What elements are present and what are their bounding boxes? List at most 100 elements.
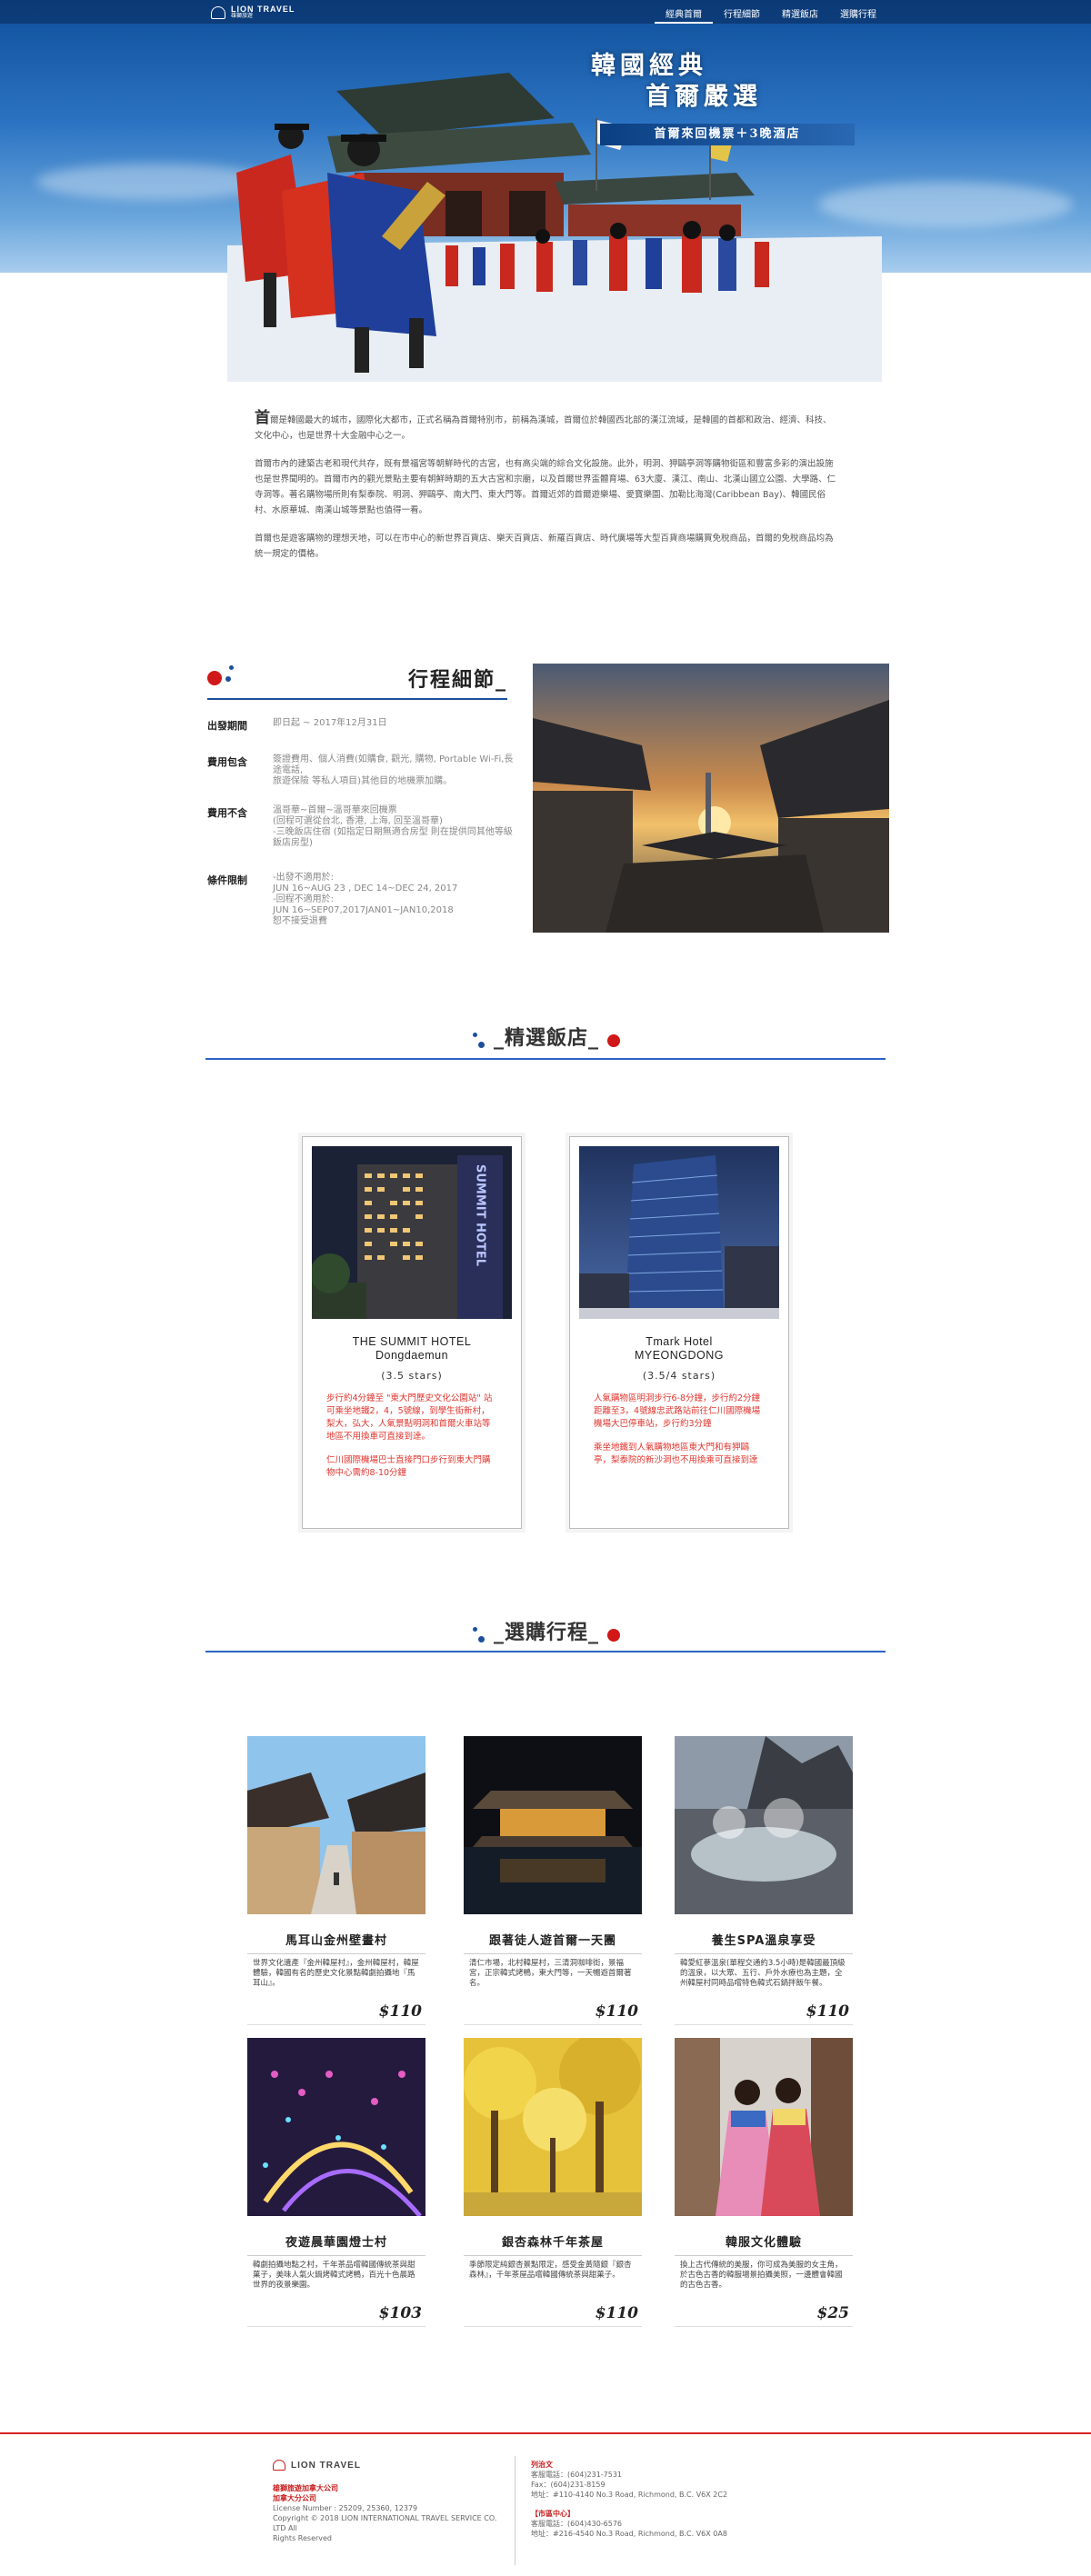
- tour-card[interactable]: 夜遊晨華園燈士村 韓劇拍攝地點之村，千年茶品嚐韓國傳統茶與甜菓子，美味人氣火鍋烤…: [247, 2038, 425, 2327]
- tour-title: 韓服文化體驗: [725, 2236, 802, 2250]
- decor-dots: [471, 1031, 487, 1051]
- tours-section-header: _選購行程_: [0, 1616, 1091, 1645]
- tour-card[interactable]: 養生SPA溫泉享受 韓愛紅蔘溫泉(單程交通約3.5小時)是韓國最頂級的溫泉，以大…: [675, 1736, 853, 2025]
- tour-title: 銀杏森林千年茶屋: [501, 2236, 604, 2250]
- tour-card[interactable]: 韓服文化體驗 換上古代傳統的美服，你可成為美服的女主角，於古色古香的韓服場景拍攝…: [675, 2038, 853, 2327]
- nav-item-classic-seoul[interactable]: 經典首爾: [655, 0, 713, 24]
- hotels-section-title: _精選飯店_: [493, 1026, 599, 1050]
- footer-rights: Rights Reserved: [273, 2534, 333, 2542]
- light-festival-photo: [247, 2038, 425, 2218]
- row-value: 簽證費用、個人消費(如購食, 觀光, 購物, Portable Wi-Fi,長途…: [273, 754, 514, 786]
- tour-title: 夜遊晨華園燈士村: [285, 2236, 387, 2250]
- itinerary-title: 行程細節_: [407, 668, 507, 692]
- footer-logo[interactable]: LION TRAVEL: [273, 2460, 361, 2471]
- footer-contact-info: 列治文 客服電話：(604)231-7531 Fax：(604)231-8159…: [531, 2460, 767, 2548]
- hanok-sunset-photo: [533, 664, 889, 933]
- row-label: 出發期間: [207, 720, 247, 732]
- tours-section-rule: [205, 1651, 886, 1652]
- row-label: 費用不含: [207, 807, 247, 819]
- intro-paragraph: 首爾市內的建築古老和現代共存，既有景福宮等朝鮮時代的古宮，也有高尖端的綜合文化設…: [255, 459, 836, 515]
- footer-company-name: 雄獅旅遊加拿大公司: [273, 2484, 338, 2492]
- hotel-desc-paragraph: 乘坐地鐵到人氣購物地區東大門和有狎鷗亭，梨泰院的新沙洞也不用換乘可直接到達: [594, 1443, 758, 1465]
- footer-branch-heading: 列治文: [531, 2461, 553, 2469]
- decor-red-dot: [607, 1628, 621, 1642]
- hotel-stars: (3.5/4 stars): [642, 1370, 716, 1382]
- hero-title-line2: 首爾嚴選: [646, 83, 762, 111]
- itinerary-row: 條件限制 -出發不適用於: JUN 16~AUG 23 , DEC 14~DEC…: [207, 873, 516, 927]
- row-value: 即日起 ~ 2017年12月31日: [273, 718, 387, 728]
- hotel-sign-text: SUMMIT HOTEL: [474, 1164, 487, 1266]
- hotel-card[interactable]: SUMMIT HOTEL THE SUMMIT HOTEL Dongdaemun…: [302, 1136, 522, 1529]
- hotels-section-header: _精選飯店_: [0, 1022, 1091, 1051]
- intro-text: 首爾是韓國最大的城市，國際化大都市，正式名稱為首爾特別市，前稱為漢城，首爾位於韓…: [255, 411, 836, 574]
- itinerary-rule: [207, 698, 507, 700]
- row-value: -出發不適用於: JUN 16~AUG 23 , DEC 14~DEC 24, …: [273, 873, 458, 926]
- tour-description: 清仁市場，北村韓屋村，三清洞咖啡街，景福宮，正宗韓式烤鴨，東大門等，一天暢遊首爾…: [469, 1959, 632, 1988]
- hotel-name: Tmark Hotel MYEONGDONG: [634, 1335, 725, 1362]
- itinerary-row: 出發期間 即日起 ~ 2017年12月31日: [207, 718, 516, 733]
- footer-branch: 加拿大分公司: [273, 2494, 316, 2502]
- hero-title-line1: 韓國經典: [591, 52, 707, 80]
- nav-item-hotels[interactable]: 精選飯店: [771, 0, 829, 24]
- footer-branch-block: 【市區中心】 客服電話：(604)430-6576 地址：#216-4540 N…: [531, 2509, 767, 2539]
- tour-card[interactable]: 銀杏森林千年茶屋 季節限定純銀杏景點限定，感受金黃隨銀『銀杏森林』，千年茶屋品嚐…: [464, 2033, 642, 2327]
- logo-subtext: 雄獅旅遊: [231, 14, 254, 19]
- itinerary-row: 費用不含 溫哥華~首爾~溫哥華來回機票 (回程可選從台北, 香港, 上海, 回至…: [207, 805, 516, 849]
- row-label: 條件限制: [207, 874, 247, 886]
- footer-copyright: Copyright © 2018 LION INTERNATIONAL TRAV…: [273, 2514, 497, 2532]
- tour-description: 季節限定純銀杏景點限定，感受金黃隨銀『銀杏森林』，千年茶屋品嚐韓國傳統茶與甜菓子…: [469, 2261, 632, 2280]
- footer-company-info: 雄獅旅遊加拿大公司 加拿大分公司 License Number : 25209,…: [273, 2483, 500, 2543]
- hotel-card[interactable]: Tmark Hotel MYEONGDONG (3.5/4 stars) 人氣購…: [569, 1136, 789, 1529]
- hotel-stars: (3.5 stars): [381, 1370, 443, 1382]
- row-value: 溫哥華~首爾~溫哥華來回機票 (回程可選從台北, 香港, 上海, 回至溫哥華) …: [273, 805, 513, 848]
- tour-price: $110: [464, 2304, 642, 2327]
- tour-price: $25: [675, 2304, 853, 2327]
- tour-card[interactable]: 馬耳山金州壁畫村 世界文化遺產『金州韓屋村』，金州韓屋村，韓屋體驗，韓國有名的歷…: [247, 1736, 425, 2025]
- tour-title: 養生SPA溫泉享受: [711, 1934, 816, 1948]
- tour-price: $110: [675, 2002, 853, 2025]
- hotel-desc-paragraph: 步行約4分鐘至 "東大門歷史文化公園站" 站可乘坐地鐵2，4，5號線，到學生街新…: [326, 1393, 493, 1442]
- hero-title: 韓國經典 首爾嚴選: [591, 51, 762, 113]
- hot-spring-photo: [675, 1736, 853, 1914]
- hotels-section-rule: [205, 1058, 886, 1060]
- mural-village-photo: [247, 1736, 425, 1914]
- decor-red-dot: [607, 1033, 621, 1047]
- tour-title: 跟著徒人遊首爾一天團: [488, 1934, 616, 1948]
- footer-license: License Number : 25209, 25360, 12379: [273, 2504, 418, 2512]
- footer-address: 地址：#216-4540 No.3 Road, Richmond, B.C. V…: [531, 2530, 727, 2538]
- itinerary-section: 行程細節_ 出發期間 即日起 ~ 2017年12月31日 費用包含 簽證費用、個…: [207, 664, 889, 936]
- lion-logo-icon: [273, 2460, 285, 2471]
- footer-divider-line: [0, 2432, 1091, 2434]
- main-nav: 經典首爾 行程細節 精選飯店 選購行程: [655, 0, 887, 24]
- tour-description: 世界文化遺產『金州韓屋村』，金州韓屋村，韓屋體驗，韓國有名的歷史文化景點韓劇拍攝…: [253, 1959, 419, 1988]
- itinerary-row: 費用包含 簽證費用、個人消費(如購食, 觀光, 購物, Portable Wi-…: [207, 754, 516, 787]
- tour-description: 韓愛紅蔘溫泉(單程交通約3.5小時)是韓國最頂級的溫泉，以大眾、五行、戶外水療也…: [680, 1959, 846, 1988]
- nav-item-itinerary[interactable]: 行程細節: [713, 0, 771, 24]
- footer-phone: 客服電話：(604)430-6576: [531, 2520, 623, 2528]
- hotel-desc-paragraph: 人氣購物區明洞步行6-8分鐘，步行約2分鐘距離至3，4號線忠武路站前往仁川國際機…: [594, 1393, 761, 1429]
- top-nav-bar: [0, 0, 1091, 24]
- brand-logo[interactable]: LION TRAVEL 雄獅旅遊: [211, 5, 295, 20]
- footer-logo-text: LION TRAVEL: [291, 2460, 361, 2471]
- hotel-description: 步行約4分鐘至 "東大門歷史文化公園站" 站可乘坐地鐵2，4，5號線，到學生街新…: [312, 1393, 512, 1480]
- palace-guard-photo: [227, 73, 882, 382]
- nav-item-tours[interactable]: 選購行程: [829, 0, 887, 24]
- tour-price: $110: [247, 2002, 425, 2025]
- footer-address: 地址：#110-4140 No.3 Road, Richmond, B.C. V…: [531, 2491, 728, 2499]
- tour-description: 韓劇拍攝地點之村，千年茶品嚐韓國傳統茶與甜菓子，美味人氣火鍋烤韓式烤鴨，百光十色…: [253, 2261, 415, 2290]
- tmark-hotel-photo: [579, 1146, 779, 1319]
- hero-banner: LION TRAVEL 雄獅旅遊 經典首爾 行程細節 精選飯店 選購行程 韓國經…: [0, 0, 1091, 382]
- tour-price: $110: [464, 2002, 642, 2025]
- tour-price: $103: [247, 2304, 425, 2327]
- tour-card[interactable]: 跟著徒人遊首爾一天團 清仁市場，北村韓屋村，三清洞咖啡街，景福宮，正宗韓式烤鴨，…: [464, 1736, 642, 2025]
- footer-branch-heading: 【市區中心】: [531, 2510, 575, 2518]
- decor-dots: [471, 1625, 487, 1645]
- summit-hotel-photo: SUMMIT HOTEL: [310, 1146, 512, 1319]
- palace-night-photo: [464, 1736, 642, 1914]
- footer-fax: Fax：(604)231-8159: [531, 2481, 606, 2489]
- footer-branch-block: 列治文 客服電話：(604)231-7531 Fax：(604)231-8159…: [531, 2460, 767, 2500]
- lion-logo-icon: [211, 6, 225, 19]
- hotel-description: 人氣購物區明洞步行6-8分鐘，步行約2分鐘距離至3，4號線忠武路站前往仁川國際機…: [579, 1393, 779, 1467]
- row-label: 費用包含: [207, 756, 247, 768]
- tour-title: 馬耳山金州壁畫村: [285, 1934, 387, 1948]
